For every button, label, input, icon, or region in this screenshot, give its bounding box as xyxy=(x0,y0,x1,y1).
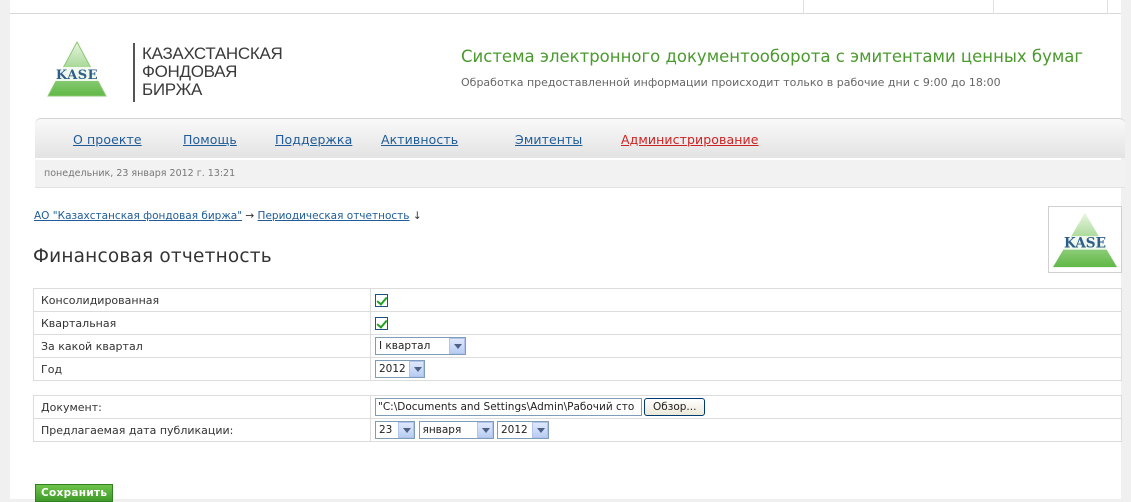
year-select[interactable]: 2012 xyxy=(375,360,425,378)
quarter-select[interactable]: I квартал xyxy=(375,337,466,355)
top-strip xyxy=(10,0,1121,14)
quarter-select-value: I квартал xyxy=(379,340,431,352)
consolidated-checkbox[interactable] xyxy=(375,293,388,307)
pub-day-select[interactable]: 23 xyxy=(375,421,415,439)
chevron-down-icon xyxy=(449,338,465,354)
page-title: Финансовая отчетность xyxy=(33,246,272,267)
site-subtitle: Обработка предоставленной информации про… xyxy=(461,76,1001,89)
quarterly-label: Квартальная xyxy=(33,311,371,335)
document-table: Документ: "C:\Documents and Settings\Adm… xyxy=(33,395,1122,442)
page: KASE КАЗАХСТАНСКАЯ ФОНДОВАЯ БИРЖА Систем… xyxy=(10,0,1125,499)
logo-line-2: ФОНДОВАЯ xyxy=(142,62,238,81)
logo-line-3: БИРЖА xyxy=(142,80,203,99)
chevron-down-icon xyxy=(476,422,493,438)
form-row-quarterly: Квартальная xyxy=(33,311,1122,335)
form-row-year: Год 2012 xyxy=(33,357,1122,381)
kase-logo-small-icon: KASE xyxy=(1048,206,1122,273)
breadcrumb-root-link[interactable]: АО "Казахстанская фондовая биржа" xyxy=(34,210,242,222)
current-datetime: понедельник, 23 января 2012 г. 13:21 xyxy=(44,168,236,179)
breadcrumb: АО "Казахстанская фондовая биржа" → Пери… xyxy=(34,210,422,222)
breadcrumb-separator: → xyxy=(245,210,255,222)
nav-help[interactable]: Помощь xyxy=(183,132,237,147)
year-select-value: 2012 xyxy=(379,363,406,375)
breadcrumb-current-link[interactable]: Периодическая отчетность xyxy=(258,210,410,222)
breadcrumb-down-arrow-icon[interactable]: ↓ xyxy=(413,210,422,222)
year-label: Год xyxy=(33,357,371,381)
document-label: Документ: xyxy=(33,395,371,419)
pub-month-value: января xyxy=(422,424,462,436)
kase-logo-small-text: KASE xyxy=(1064,236,1106,252)
form-row-quarter: За какой квартал I квартал xyxy=(33,334,1122,358)
consolidated-label: Консолидированная xyxy=(33,288,371,312)
pub-month-select[interactable]: января xyxy=(418,421,494,439)
logo-divider xyxy=(133,43,135,102)
report-params-table: Консолидированная Квартальная За какой к… xyxy=(33,288,1122,381)
browse-button[interactable]: Обзор... xyxy=(644,398,706,416)
header: KASE КАЗАХСТАНСКАЯ ФОНДОВАЯ БИРЖА Систем… xyxy=(20,14,1121,116)
nav-support[interactable]: Поддержка xyxy=(275,132,352,147)
pub-year-select[interactable]: 2012 xyxy=(497,421,549,439)
nav-administration[interactable]: Администрирование xyxy=(621,132,759,147)
form-row-document: Документ: "C:\Documents and Settings\Adm… xyxy=(33,395,1122,419)
chevron-down-icon xyxy=(398,422,414,438)
form-row-pubdate: Предлагаемая дата публикации: 23 января … xyxy=(33,418,1122,442)
document-file-input[interactable]: "C:\Documents and Settings\Admin\Рабочий… xyxy=(375,398,642,416)
kase-logo-text: KASE xyxy=(56,68,98,83)
pubdate-label: Предлагаемая дата публикации: xyxy=(33,418,371,442)
logo-text: КАЗАХСТАНСКАЯ ФОНДОВАЯ БИРЖА xyxy=(142,44,283,99)
pub-day-value: 23 xyxy=(379,424,393,436)
chevron-down-icon xyxy=(532,422,548,438)
chevron-down-icon xyxy=(408,361,424,377)
quarter-label: За какой квартал xyxy=(33,334,371,358)
date-bar: понедельник, 23 января 2012 г. 13:21 xyxy=(35,160,1125,188)
logo-line-1: КАЗАХСТАНСКАЯ xyxy=(142,44,283,63)
quarterly-checkbox[interactable] xyxy=(375,316,388,330)
nav-about[interactable]: О проекте xyxy=(73,132,142,147)
pub-year-value: 2012 xyxy=(501,424,528,436)
save-button[interactable]: Сохранить xyxy=(35,484,114,502)
site-title: Система электронного документооборота с … xyxy=(461,47,1084,66)
form-row-consolidated: Консолидированная xyxy=(33,288,1122,312)
nav-activity[interactable]: Активность xyxy=(381,132,458,147)
nav-issuers[interactable]: Эмитенты xyxy=(515,132,582,147)
kase-logo-icon[interactable]: KASE xyxy=(46,40,108,98)
main-nav: О проекте Помощь Поддержка Активность Эм… xyxy=(35,118,1125,158)
